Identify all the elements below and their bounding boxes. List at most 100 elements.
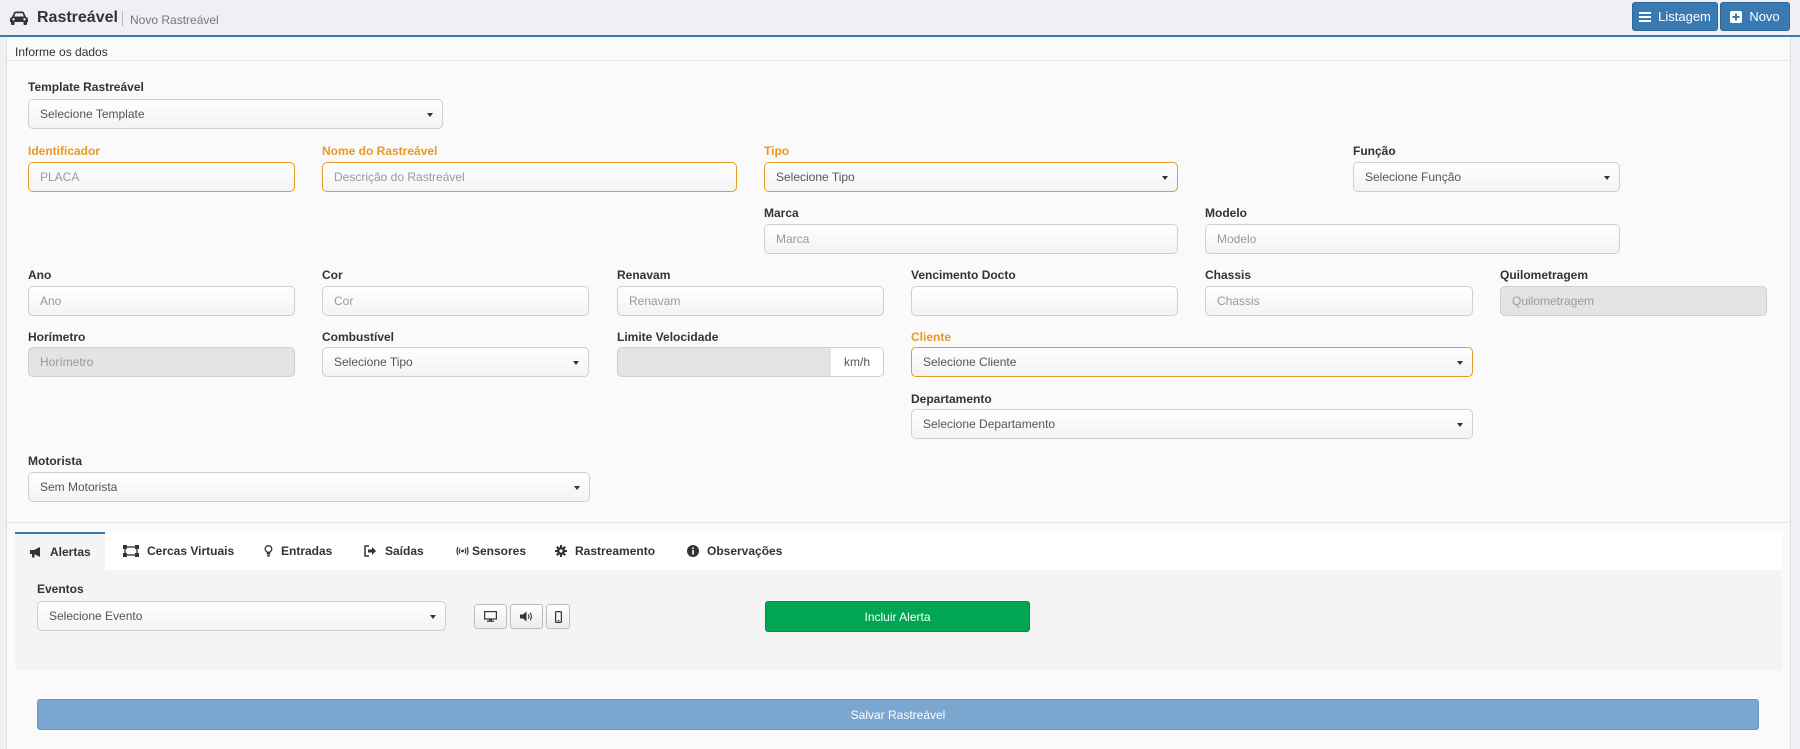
funcao-label: Função [1353, 144, 1396, 158]
motorista-select-value: Sem Motorista [40, 480, 118, 494]
tab-saidas[interactable]: Saídas [364, 532, 424, 570]
volume-icon [520, 611, 532, 622]
cor-input[interactable]: Cor [322, 286, 589, 316]
bullhorn-icon [30, 547, 40, 558]
tipo-select[interactable]: Selecione Tipo [764, 162, 1178, 192]
marca-input[interactable]: Marca [764, 224, 1178, 254]
listagem-button[interactable]: Listagem [1632, 2, 1718, 31]
quilometragem-placeholder: Quilometragem [1512, 294, 1595, 308]
incluir-alerta-button[interactable]: Incluir Alerta [765, 601, 1030, 632]
tab-observacoes[interactable]: Observações [687, 532, 782, 570]
nome-input[interactable]: Descrição do Rastreável [322, 162, 737, 192]
tab-entradas-label: Entradas [281, 544, 333, 558]
combustivel-label: Combustível [322, 330, 395, 344]
section-divider [6, 522, 1791, 523]
limite-label: Limite Velocidade [617, 330, 719, 344]
caret-down-icon [430, 615, 436, 619]
caret-down-icon [574, 486, 580, 490]
quilometragem-label: Quilometragem [1500, 268, 1589, 282]
listagem-label: Listagem [1658, 9, 1711, 24]
horimetro-input: Horímetro [28, 347, 295, 377]
eventos-select[interactable]: Selecione Evento [37, 601, 446, 631]
eventos-label: Eventos [37, 582, 84, 596]
tab-cercas-label: Cercas Virtuais [147, 544, 235, 558]
template-select[interactable]: Selecione Template [28, 99, 443, 129]
horimetro-label: Horímetro [28, 330, 86, 344]
tab-rastreamento-label: Rastreamento [575, 544, 656, 558]
marca-label: Marca [764, 206, 799, 220]
nome-placeholder: Descrição do Rastreável [334, 170, 465, 184]
novo-label: Novo [1749, 9, 1780, 24]
renavam-placeholder: Renavam [629, 294, 681, 308]
tab-alertas-label: Alertas [50, 545, 91, 559]
tab-saidas-label: Saídas [385, 544, 424, 558]
caret-down-icon [1457, 361, 1463, 365]
chassis-label: Chassis [1205, 268, 1252, 282]
identificador-placeholder: PLACA [40, 170, 80, 184]
cliente-select[interactable]: Selecione Cliente [911, 347, 1473, 377]
sign-out-icon [364, 545, 376, 557]
top-bar: Rastreável Novo Rastreável Listagem Novo [0, 0, 1800, 37]
mobile-notify-button[interactable] [546, 604, 570, 629]
caret-down-icon [1457, 423, 1463, 427]
car-icon [10, 11, 28, 25]
chassis-input[interactable]: Chassis [1205, 286, 1473, 316]
ano-placeholder: Ano [40, 294, 62, 308]
desktop-notify-button[interactable] [474, 604, 507, 629]
desktop-icon [484, 611, 497, 622]
lightbulb-icon [264, 545, 273, 557]
page-title: Rastreável [37, 9, 118, 26]
tab-entradas[interactable]: Entradas [264, 532, 332, 570]
tab-sensores-label: Sensores [472, 544, 527, 558]
funcao-select[interactable]: Selecione Função [1353, 162, 1620, 192]
renavam-input[interactable]: Renavam [617, 286, 884, 316]
motorista-label: Motorista [28, 454, 82, 468]
funcao-select-value: Selecione Função [1365, 170, 1462, 184]
heading-divider [6, 60, 1791, 61]
tab-cercas-virtuais[interactable]: Cercas Virtuais [123, 532, 234, 570]
marca-placeholder: Marca [776, 232, 810, 246]
tipo-label: Tipo [764, 144, 790, 158]
vencimento-label: Vencimento Docto [911, 268, 1016, 282]
cor-placeholder: Cor [334, 294, 354, 308]
horimetro-placeholder: Horímetro [40, 355, 94, 369]
chassis-placeholder: Chassis [1217, 294, 1260, 308]
departamento-select[interactable]: Selecione Departamento [911, 409, 1473, 439]
nome-label: Nome do Rastreável [322, 144, 438, 158]
departamento-label: Departamento [911, 392, 992, 406]
plus-square-icon [1730, 10, 1743, 23]
tab-observacoes-label: Observações [707, 544, 783, 558]
identificador-input[interactable]: PLACA [28, 162, 295, 192]
ano-input[interactable]: Ano [28, 286, 295, 316]
tab-rastreamento[interactable]: Rastreamento [555, 532, 655, 570]
vencimento-input[interactable] [911, 286, 1178, 316]
modelo-input[interactable]: Modelo [1205, 224, 1620, 254]
template-select-value: Selecione Template [40, 107, 145, 121]
tab-alertas[interactable]: Alertas [15, 532, 105, 570]
sound-notify-button[interactable] [510, 604, 543, 629]
ano-label: Ano [28, 268, 52, 282]
caret-down-icon [427, 113, 433, 117]
tab-sensores[interactable]: Sensores [456, 532, 526, 570]
novo-button[interactable]: Novo [1720, 2, 1790, 31]
caret-down-icon [573, 361, 579, 365]
cliente-label: Cliente [911, 330, 952, 344]
combustivel-select[interactable]: Selecione Tipo [322, 347, 589, 377]
motorista-select[interactable]: Sem Motorista [28, 472, 590, 502]
eventos-select-value: Selecione Evento [49, 609, 143, 623]
quilometragem-input: Quilometragem [1500, 286, 1767, 316]
info-icon [687, 545, 699, 557]
salvar-rastreavel-button[interactable]: Salvar Rastreável [37, 699, 1759, 730]
cor-label: Cor [322, 268, 343, 282]
fence-icon [123, 545, 139, 557]
combustivel-select-value: Selecione Tipo [334, 355, 413, 369]
limite-input [617, 347, 832, 377]
caret-down-icon [1162, 176, 1168, 180]
gear-icon [555, 545, 567, 557]
departamento-select-value: Selecione Departamento [923, 417, 1056, 431]
kmh-addon: km/h [831, 347, 884, 377]
renavam-label: Renavam [617, 268, 671, 282]
panel-heading: Informe os dados [15, 45, 108, 59]
caret-down-icon [1604, 176, 1610, 180]
page-subtitle: Novo Rastreável [130, 13, 219, 27]
